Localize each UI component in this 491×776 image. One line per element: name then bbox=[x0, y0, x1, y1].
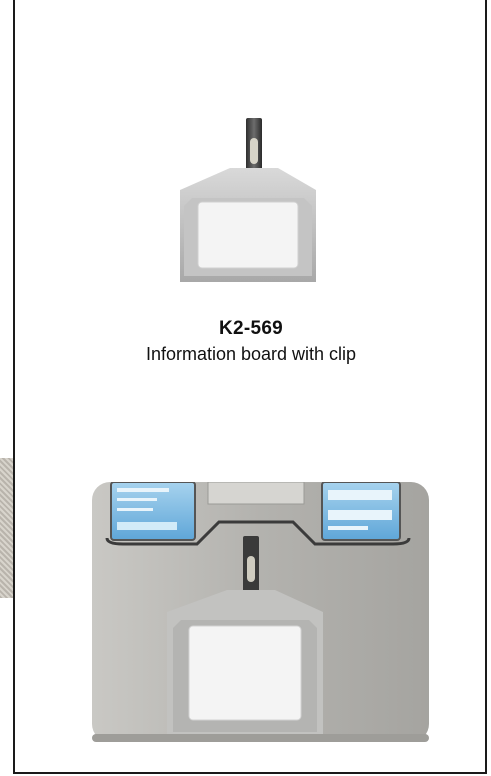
product-description: Information board with clip bbox=[145, 344, 357, 364]
product-image-board bbox=[180, 118, 316, 282]
product-code: K2-569 bbox=[218, 318, 284, 339]
fabric-texture-edge bbox=[0, 458, 13, 598]
product-image-device bbox=[92, 482, 429, 742]
